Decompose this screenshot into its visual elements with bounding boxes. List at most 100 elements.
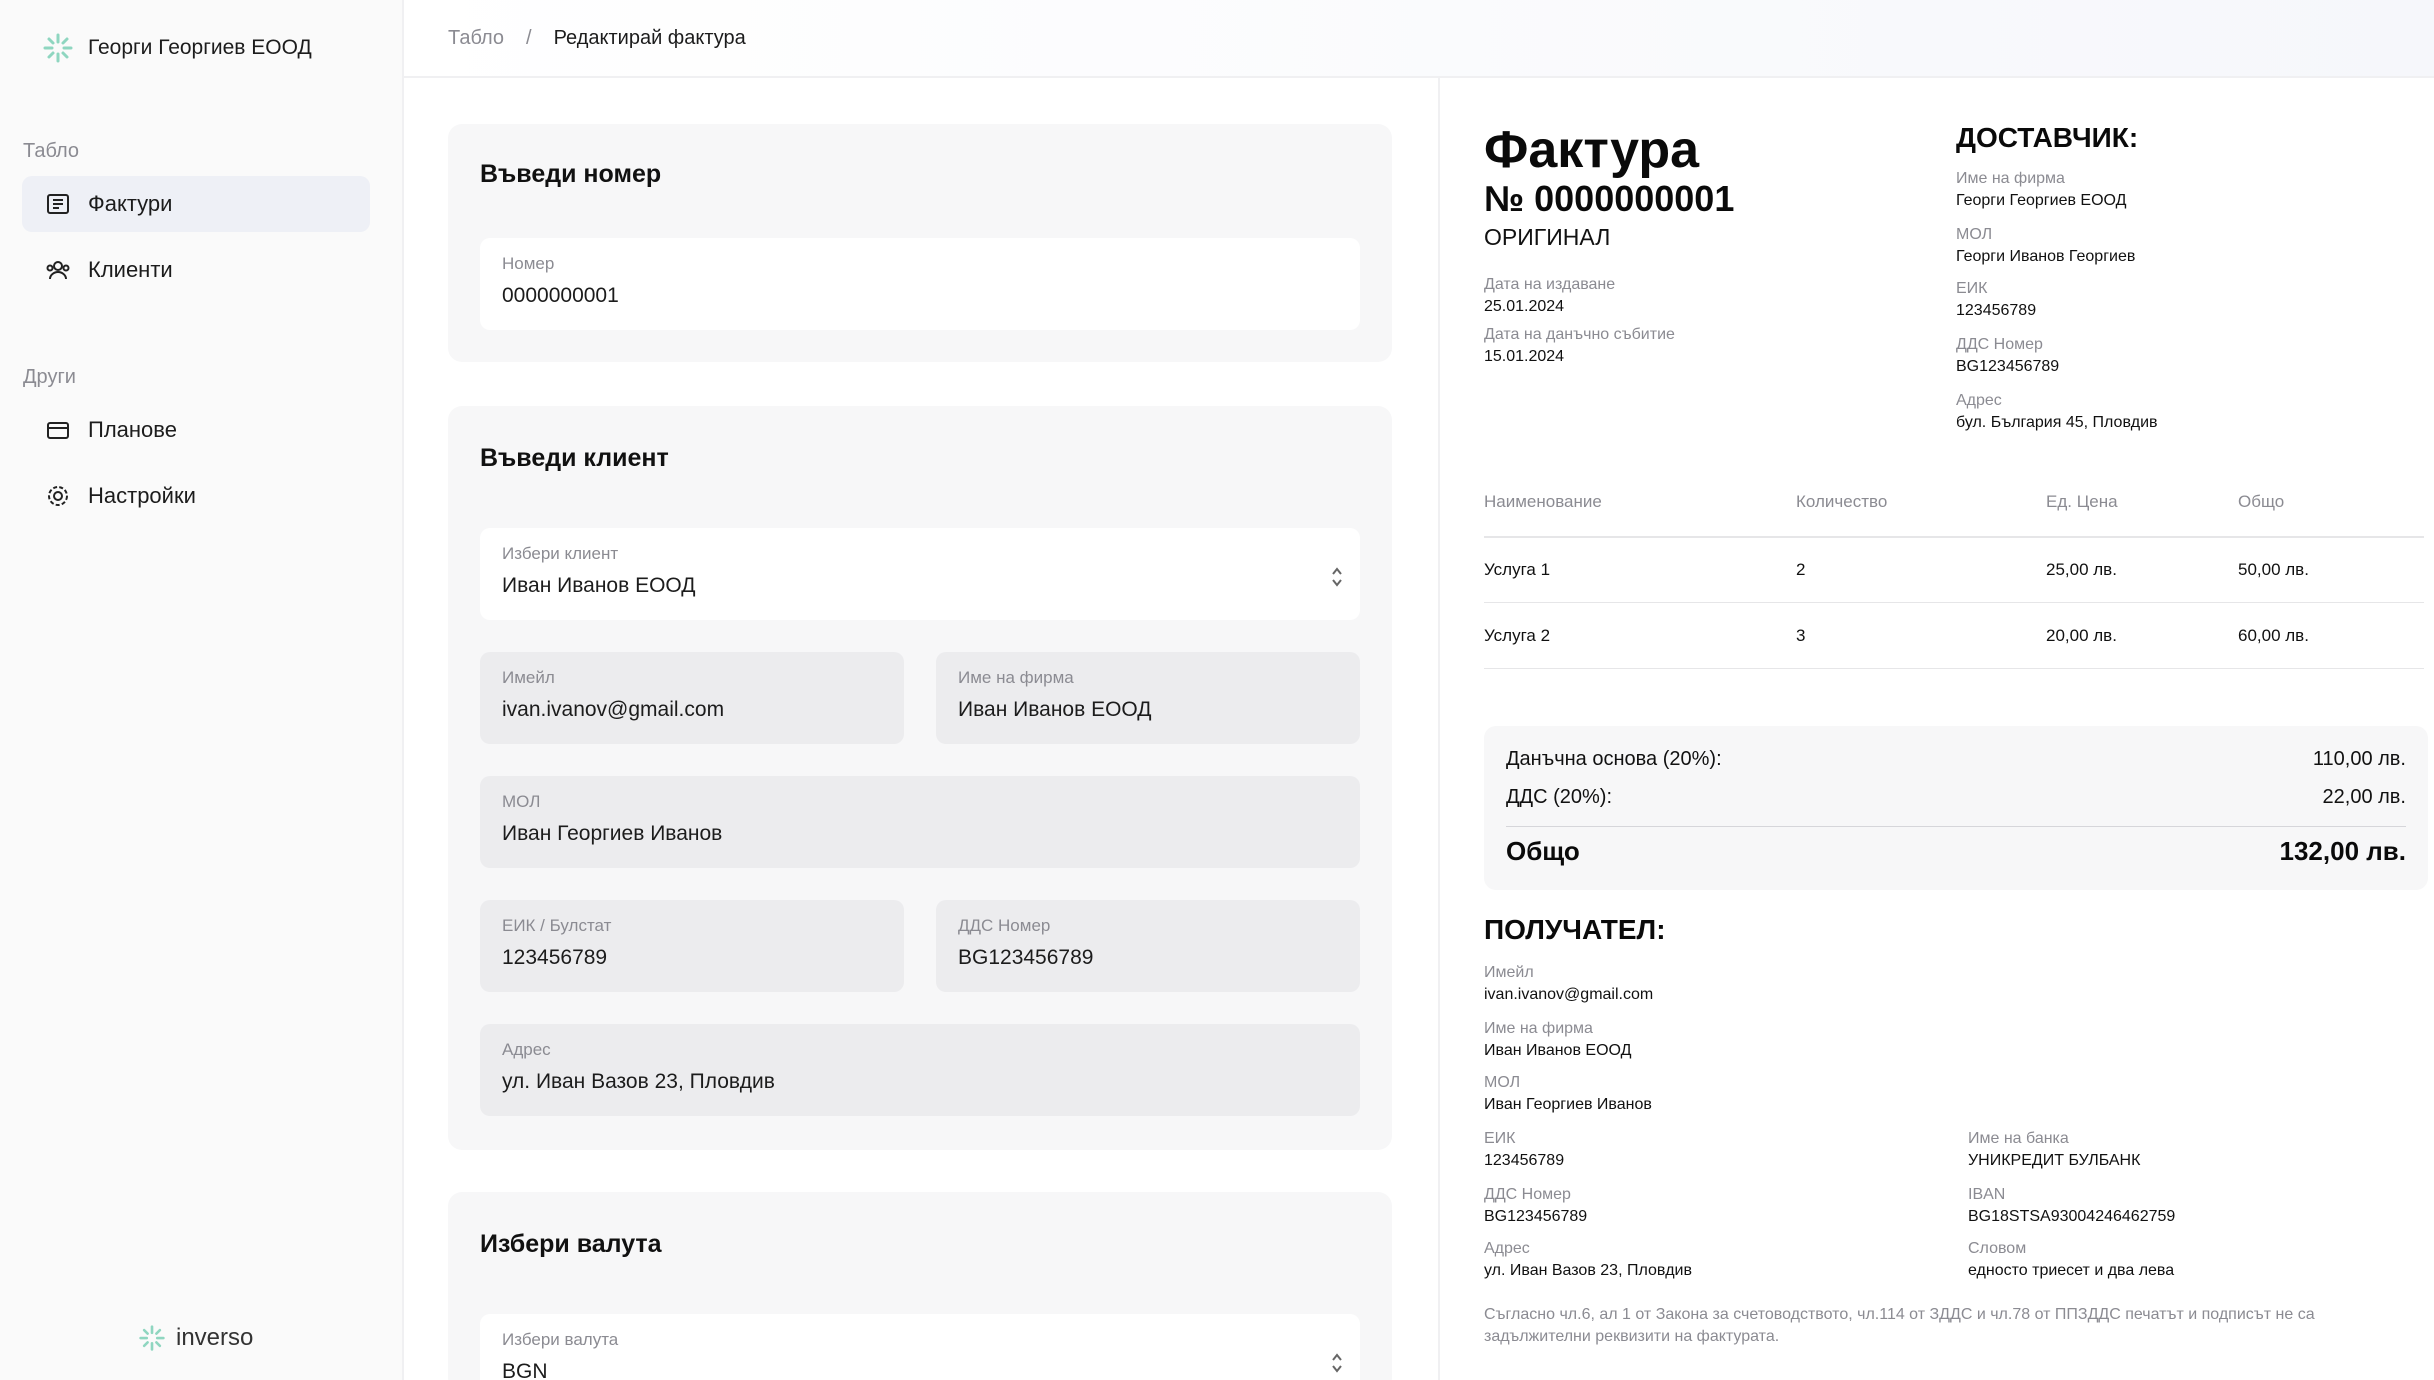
field-label: Избери клиент [502,544,619,563]
currency-card-title: Избери валута [480,1230,662,1258]
client-select[interactable]: Избери клиент Иван Иванов ЕООД [480,528,1360,620]
tax-event-date: 15.01.2024 [1484,348,1565,365]
recipient-company-label: Име на фирма [1484,1020,1593,1037]
row-total: 50,00 лв. [2238,560,2309,579]
users-icon [46,261,70,280]
section-label-dashboard: Табло [23,140,80,162]
supplier-company-label: Име на фирма [1956,170,2065,187]
sidebar-item-label: Клиенти [88,257,173,282]
breadcrumb-root-link[interactable]: Табло [448,27,504,50]
client-card-title: Въведи клиент [480,444,669,472]
recipient-vat: BG123456789 [1484,1208,1588,1225]
eik-field[interactable]: ЕИК / Булстат 123456789 [480,900,904,992]
iban-label: IBAN [1968,1186,2006,1203]
row-name: Услуга 2 [1484,626,1551,645]
recipient-vat-label: ДДС Номер [1484,1186,1571,1203]
issue-date: 25.01.2024 [1484,298,1565,315]
row-unit-price: 20,00 лв. [2046,626,2117,645]
grand-total-label: Общо [1506,836,1580,866]
field-label: Адрес [502,1040,551,1059]
recipient-address: ул. Иван Вазов 23, Пловдив [1484,1262,1692,1279]
sidebar-item-clients[interactable]: Клиенти [22,242,370,298]
table-header-unit-price: Ед. Цена [2046,492,2118,511]
supplier-eik: 123456789 [1956,302,2037,319]
invoice-copy-type: ОРИГИНАЛ [1484,224,1611,250]
row-total: 60,00 лв. [2238,626,2309,645]
row-divider [1484,602,2424,603]
totals-box: Данъчна основа (20%): 110,00 лв. ДДС (20… [1484,726,2428,890]
field-value: Иван Иванов ЕООД [958,698,1152,721]
number-card: Въведи номер Номер 0000000001 [448,124,1392,362]
sidebar-item-invoices[interactable]: Фактури [22,176,370,232]
gear-icon [48,486,68,506]
wallet-icon [47,422,69,439]
mol-field[interactable]: МОЛ Иван Георгиев Иванов [480,776,1360,868]
field-value: ул. Иван Вазов 23, Пловдив [502,1070,775,1093]
sidebar-item-label: Настройки [88,483,196,508]
supplier-vat-label: ДДС Номер [1956,336,2043,353]
currency-select[interactable]: Избери валута BGN [480,1314,1360,1380]
table-header-total: Общо [2238,492,2285,511]
sidebar-item-plans[interactable]: Планове [22,402,370,458]
email-field[interactable]: Имейл ivan.ivanov@gmail.com [480,652,904,744]
row-divider [1484,668,2424,669]
field-value: ivan.ivanov@gmail.com [502,698,725,721]
company-logo-icon [43,33,73,63]
footer-brand-name: inverso [176,1324,254,1351]
field-value: BGN [502,1360,548,1380]
currency-card: Избери валута Избери валута BGN [448,1192,1392,1380]
issue-date-label: Дата на издаване [1484,276,1616,293]
table-header-quantity: Количество [1796,492,1888,511]
tax-base-label: Данъчна основа (20%): [1506,748,1722,770]
tax-base-value: 110,00 лв. [2312,748,2406,770]
sidebar-item-label: Планове [88,417,177,442]
address-field[interactable]: Адрес ул. Иван Вазов 23, Пловдив [480,1024,1360,1116]
recipient-email: ivan.ivanov@gmail.com [1484,986,1654,1003]
table-header-name: Наименование [1484,492,1602,511]
field-value: BG123456789 [958,946,1094,969]
field-label: ЕИК / Булстат [502,916,612,935]
recipient-address-label: Адрес [1484,1240,1530,1257]
recipient-company: Иван Иванов ЕООД [1484,1042,1632,1059]
vat-number-field[interactable]: ДДС Номер BG123456789 [936,900,1360,992]
field-label: МОЛ [502,792,541,811]
row-name: Услуга 1 [1484,560,1551,579]
supplier-company: Георги Георгиев ЕООД [1956,192,2127,209]
field-value: 0000000001 [502,284,619,307]
invoice-number-field[interactable]: Номер 0000000001 [480,238,1360,330]
recipient-heading: ПОЛУЧАТЕЛ: [1484,914,1666,945]
company-brand[interactable]: Георги Георгиев ЕООД [42,32,312,64]
company-name-field[interactable]: Име на фирма Иван Иванов ЕООД [936,652,1360,744]
iban: BG18STSA93004246462759 [1968,1208,2176,1225]
footer-brand: inverso [138,1324,253,1352]
recipient-email-label: Имейл [1484,964,1534,981]
number-card-title: Въведи номер [480,160,662,188]
bank-name-label: Име на банка [1968,1130,2069,1147]
recipient-mol: Иван Георгиев Иванов [1484,1096,1652,1113]
table-header-divider [1484,536,2424,538]
breadcrumb-separator: / [526,26,532,49]
invoice-icon [47,194,69,214]
vat-label: ДДС (20%): [1506,786,1612,808]
amount-in-words: едносто триесет и два лева [1968,1262,2175,1279]
inverso-logo-icon [139,1325,165,1351]
field-value: Иван Иванов ЕООД [502,574,696,597]
chevron-up-down-icon [1332,1353,1342,1373]
recipient-eik-label: ЕИК [1484,1130,1516,1147]
field-label: Имейл [502,668,555,687]
supplier-mol: Георги Иванов Георгиев [1956,248,2136,265]
field-label: Име на фирма [958,668,1074,687]
grand-total-value: 132,00 лв. [2279,836,2406,866]
section-label-other: Други [23,366,76,388]
row-quantity: 2 [1796,560,1806,579]
company-name: Георги Георгиев ЕООД [88,36,312,59]
supplier-eik-label: ЕИК [1956,280,1988,297]
client-card: Въведи клиент Избери клиент Иван Иванов … [448,406,1392,1150]
breadcrumb-current: Редактирай фактура [553,26,746,49]
supplier-heading: ДОСТАВЧИК: [1956,122,2139,153]
field-label: ДДС Номер [958,916,1051,935]
sidebar-item-settings[interactable]: Настройки [22,468,370,524]
supplier-mol-label: МОЛ [1956,226,1993,243]
breadcrumb: Табло / Редактирай фактура [404,0,2434,78]
supplier-vat: BG123456789 [1956,358,2060,375]
